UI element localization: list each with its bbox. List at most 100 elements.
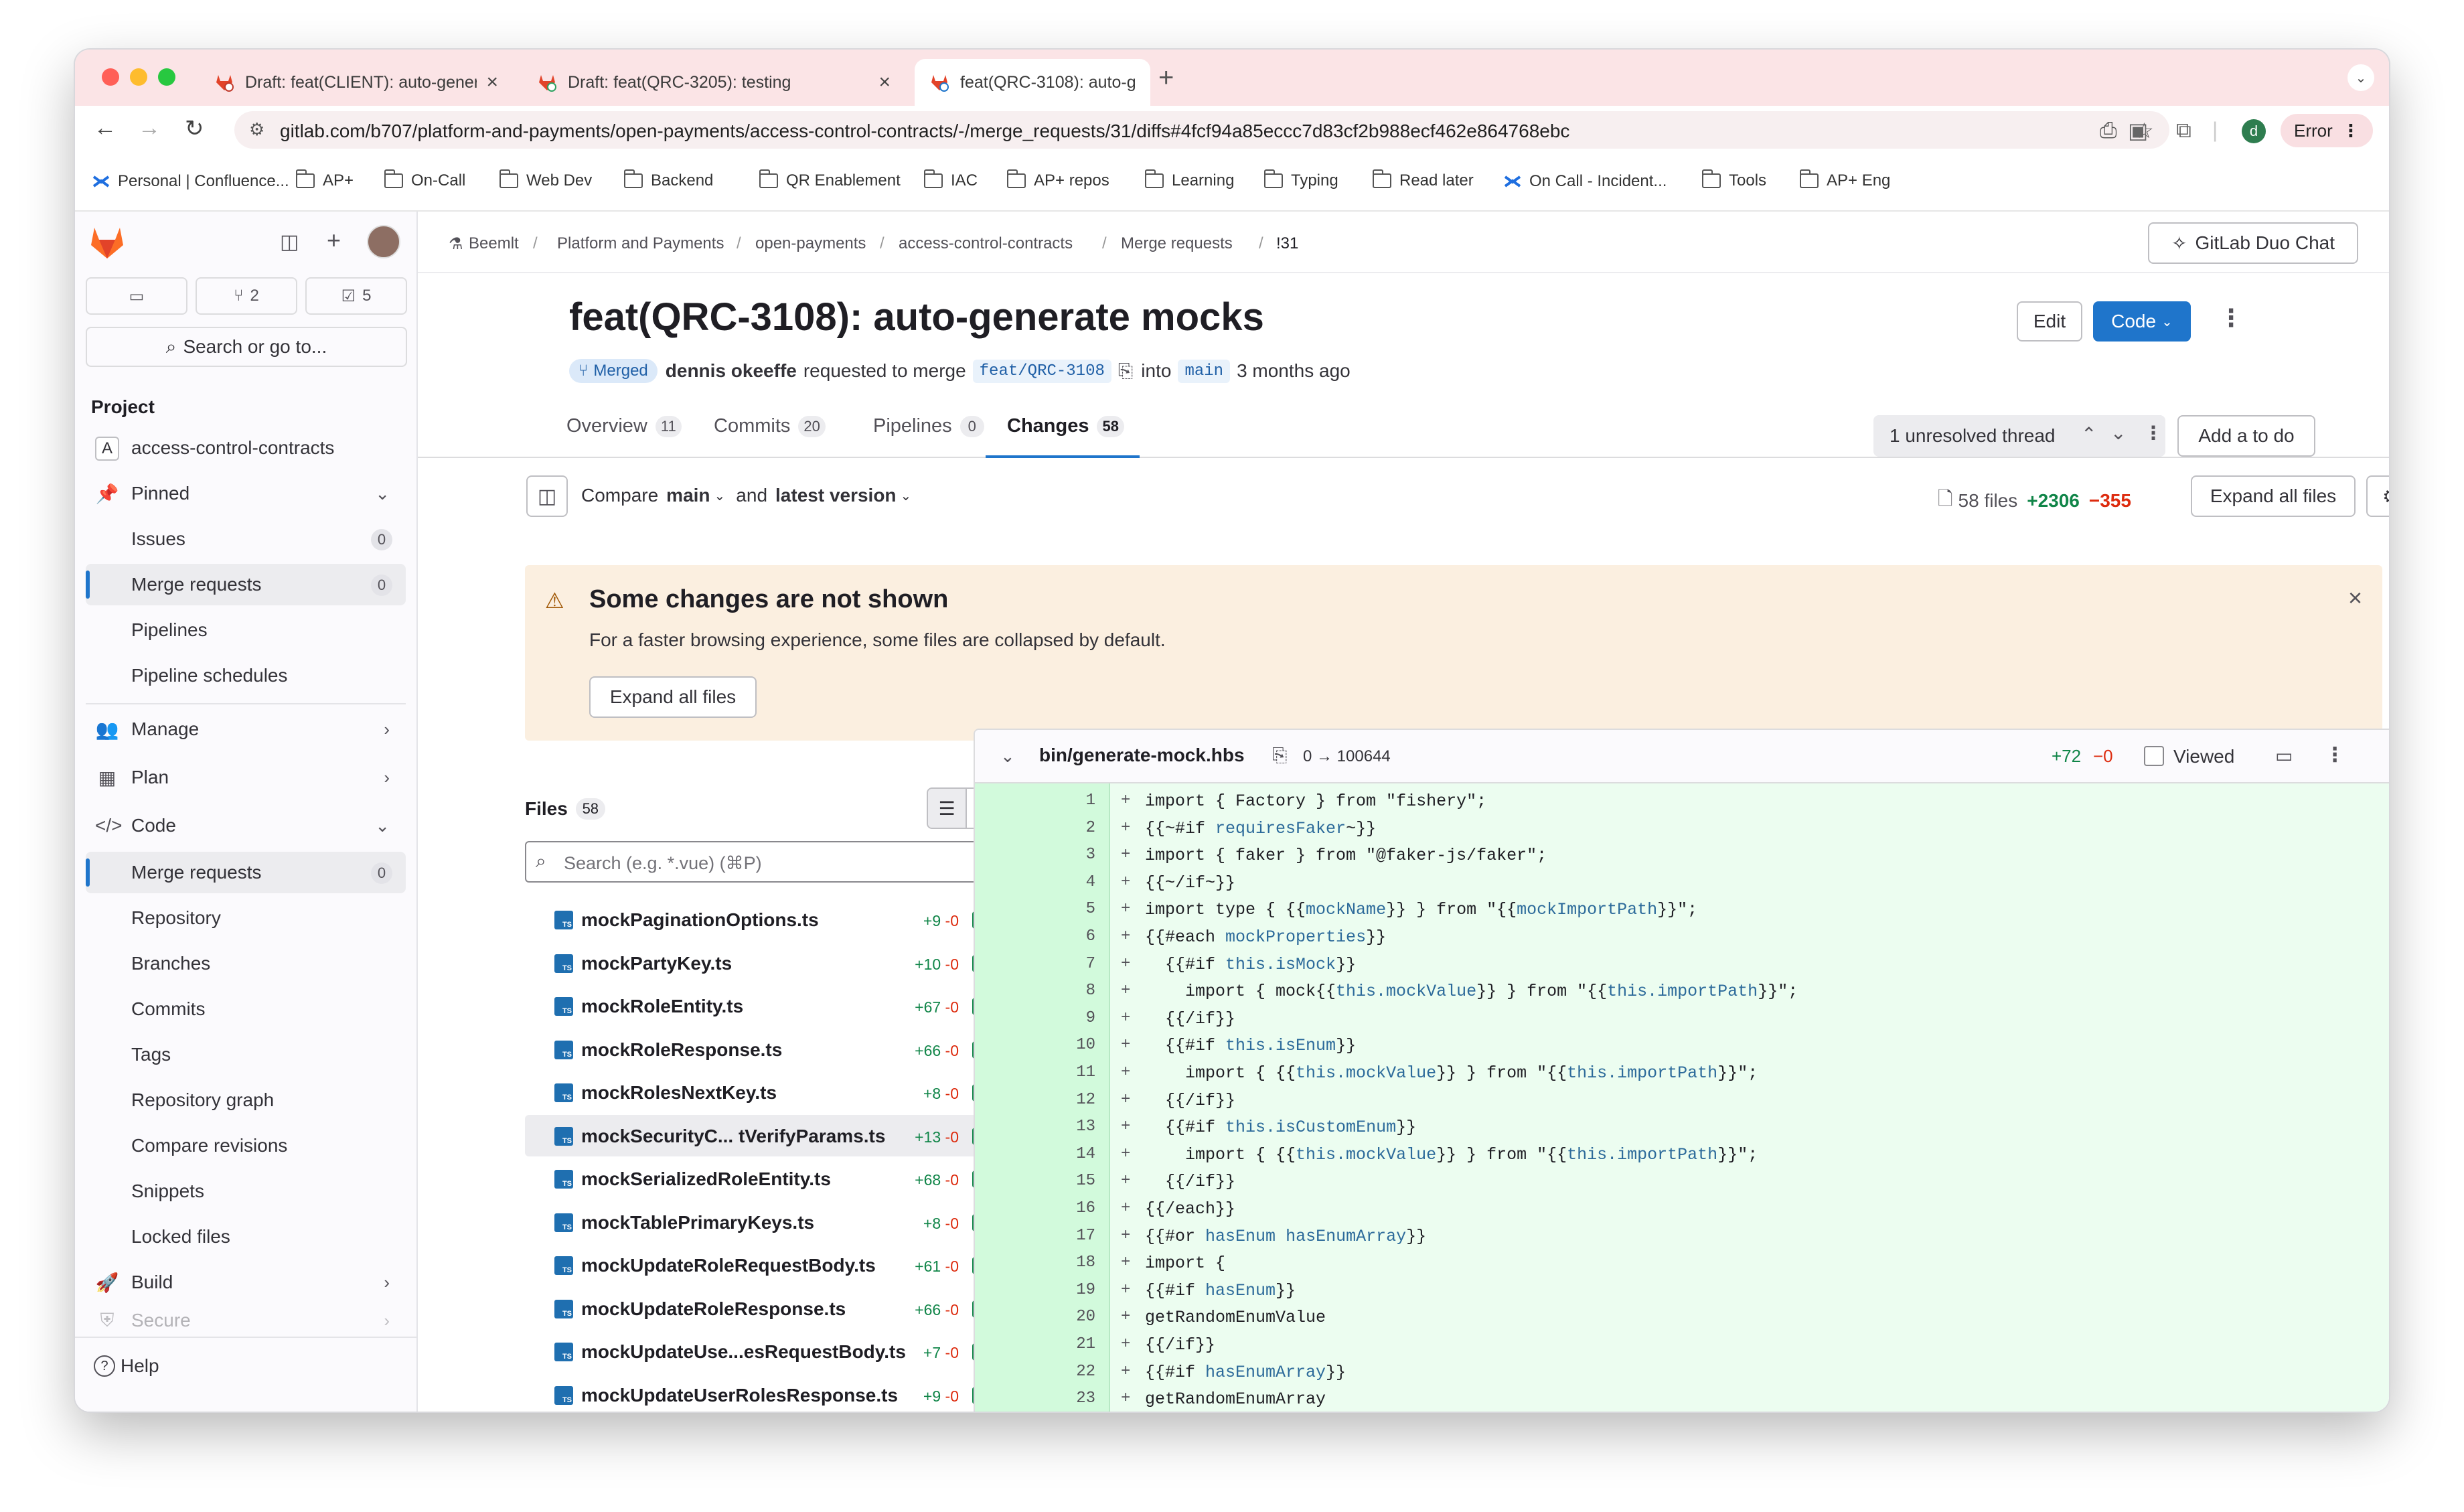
back-arrow-icon[interactable]: ← xyxy=(94,115,117,141)
line-number[interactable]: 17 xyxy=(975,1227,1095,1245)
tab-commits[interactable]: Commits 20 xyxy=(714,415,826,437)
sidebar-project-link[interactable]: A access-control-contracts xyxy=(86,427,406,469)
line-number[interactable]: 15 xyxy=(975,1172,1095,1190)
sidebar-group-build[interactable]: 🚀 Build › xyxy=(86,1262,406,1303)
chevron-up-icon[interactable]: ⌃ xyxy=(2081,423,2096,445)
breadcrumb-item[interactable]: access-control-contracts xyxy=(899,234,1073,253)
close-tab-icon[interactable]: × xyxy=(878,71,891,94)
sidebar-item-merge-requests-pinned[interactable]: Merge requests 0 xyxy=(86,564,406,605)
list-view-icon[interactable]: ☰ xyxy=(928,789,967,828)
line-number[interactable]: 2 xyxy=(975,819,1095,837)
line-number[interactable]: 3 xyxy=(975,846,1095,864)
bookmark-item[interactable]: On Call - Incident... xyxy=(1503,171,1667,192)
line-number[interactable]: 23 xyxy=(975,1389,1095,1408)
toggle-file-browser-icon[interactable]: ◫ xyxy=(526,475,568,517)
bookmark-folder[interactable]: Learning xyxy=(1144,169,1234,190)
close-window-icon[interactable] xyxy=(102,68,119,86)
base-version-dropdown[interactable]: main xyxy=(666,485,710,506)
sidebar-group-manage[interactable]: 👥 Manage › xyxy=(86,708,406,750)
file-tree-item[interactable]: TSmockTablePrimaryKeys.ts+8 -0+ xyxy=(525,1201,1007,1243)
install-app-icon[interactable]: ⎙ xyxy=(2100,118,2117,143)
code-dropdown-button[interactable]: Code ⌄ xyxy=(2093,301,2191,342)
edit-button[interactable]: Edit xyxy=(2017,301,2082,342)
viewed-checkbox[interactable] xyxy=(2144,746,2164,766)
line-number[interactable]: 1 xyxy=(975,791,1095,810)
sidebar-group-plan[interactable]: ▦ Plan › xyxy=(86,757,406,798)
sidebar-item-locked-files[interactable]: Locked files xyxy=(86,1216,406,1258)
sidebar-group-secure[interactable]: ⛨ Secure › xyxy=(86,1307,406,1334)
line-number[interactable]: 14 xyxy=(975,1145,1095,1163)
bookmark-folder[interactable]: Web Dev xyxy=(499,169,592,190)
bookmark-item[interactable]: Personal | Confluence... xyxy=(91,171,289,192)
line-number[interactable]: 7 xyxy=(975,955,1095,973)
file-tree-item[interactable]: TSmockUpdateRoleResponse.ts+66 -0+ xyxy=(525,1288,1007,1329)
gitlab-logo-icon[interactable] xyxy=(88,225,126,260)
file-tree-item[interactable]: TSmockRolesNextKey.ts+8 -0+ xyxy=(525,1071,1007,1113)
copy-icon[interactable]: ⎘ xyxy=(1118,360,1133,382)
sidebar-item-merge-requests[interactable]: Merge requests 0 xyxy=(86,852,406,893)
reload-icon[interactable]: ↻ xyxy=(185,115,204,142)
file-tree-item[interactable]: TSmockRoleResponse.ts+66 -0+ xyxy=(525,1029,1007,1070)
author-name[interactable]: dennis okeeffe xyxy=(666,360,797,382)
sidebar-item-repository-graph[interactable]: Repository graph xyxy=(86,1079,406,1121)
line-number[interactable]: 22 xyxy=(975,1363,1095,1381)
sidebar-item-pipelines[interactable]: Pipelines xyxy=(86,609,406,651)
tab-search-chevron-icon[interactable]: ⌄ xyxy=(2347,64,2374,91)
file-tree-item[interactable]: TSmockRoleEntity.ts+67 -0+ xyxy=(525,985,1007,1027)
sidebar-item-snippets[interactable]: Snippets xyxy=(86,1170,406,1212)
file-tree-item[interactable]: TSmockPaginationOptions.ts+9 -0+ xyxy=(525,899,1007,940)
tab-pipelines[interactable]: Pipelines 0 xyxy=(873,415,984,437)
more-actions-icon[interactable]: ⋮ xyxy=(2219,304,2243,332)
line-number[interactable]: 16 xyxy=(975,1199,1095,1217)
line-number[interactable]: 11 xyxy=(975,1063,1095,1081)
breadcrumb-item[interactable]: Platform and Payments xyxy=(557,234,724,253)
sidebar-item-compare-revisions[interactable]: Compare revisions xyxy=(86,1125,406,1166)
diff-settings-button[interactable]: ⚙⌄ xyxy=(2366,475,2389,517)
bookmark-folder[interactable]: Backend xyxy=(623,169,713,190)
copy-icon[interactable]: ⎘ xyxy=(1272,745,1287,767)
bookmark-folder[interactable]: QR Enablement xyxy=(759,169,901,190)
file-tree-item[interactable]: TSmockUpdateUserRolesResponse.ts+9 -0+ xyxy=(525,1374,1007,1412)
gitlab-duo-chat-button[interactable]: ✧ GitLab Duo Chat xyxy=(2148,222,2358,264)
file-tree-item[interactable]: TS mockSecurityC... tVerifyParams.ts +13 -… xyxy=(525,1114,1007,1156)
diff-file-path[interactable]: bin/generate-mock.hbs xyxy=(1039,745,1245,766)
line-number[interactable]: 10 xyxy=(975,1036,1095,1054)
line-number[interactable]: 5 xyxy=(975,900,1095,918)
expand-all-files-button[interactable]: Expand all files xyxy=(2191,475,2356,517)
sidebar-item-branches[interactable]: Branches xyxy=(86,943,406,984)
sidebar-pinned-toggle[interactable]: 📌 Pinned ⌄ xyxy=(86,473,406,514)
tab-changes[interactable]: Changes 58 xyxy=(1007,415,1124,437)
site-settings-icon[interactable]: ⚙ xyxy=(249,119,264,140)
bookmark-folder[interactable]: AP+ Eng xyxy=(1799,169,1890,190)
more-vertical-icon[interactable]: ⋮ xyxy=(2325,743,2345,767)
file-search-input[interactable]: ⌕ Search (e.g. *.vue) (⌘P) xyxy=(525,841,1007,883)
extension-icon[interactable]: ▣ xyxy=(2128,118,2148,143)
minimize-window-icon[interactable] xyxy=(130,68,147,86)
browser-tab-2[interactable]: Draft: feat(QRC-3205): testing × xyxy=(522,59,905,106)
comment-icon[interactable]: ▭ xyxy=(2275,745,2293,767)
address-bar[interactable]: ⚙ gitlab.com/b707/platform-and-payments/… xyxy=(234,111,2169,149)
create-new-icon[interactable]: + xyxy=(327,226,341,254)
chevron-down-icon[interactable]: ⌄ xyxy=(2110,422,2126,444)
bookmark-folder[interactable]: Typing xyxy=(1263,169,1338,190)
breadcrumb-item[interactable]: Merge requests xyxy=(1121,234,1233,253)
bookmark-folder[interactable]: IAC xyxy=(923,169,978,190)
sidebar-group-code[interactable]: </> Code ⌄ xyxy=(86,805,406,846)
error-button[interactable]: Error ⋮ xyxy=(2281,114,2373,147)
close-tab-icon[interactable]: × xyxy=(486,71,498,94)
more-vertical-icon[interactable]: ⋮ xyxy=(2144,422,2163,444)
bookmark-folder[interactable]: Tools xyxy=(1701,169,1766,190)
breadcrumb-item[interactable]: Beemlt xyxy=(469,234,519,253)
line-number[interactable]: 18 xyxy=(975,1254,1095,1272)
forward-arrow-icon[interactable]: → xyxy=(138,115,161,141)
file-tree-item[interactable]: TSmockUpdateUse...esRequestBody.ts+7 -0+ xyxy=(525,1331,1007,1372)
todo-counter-button[interactable]: ☑ 5 xyxy=(305,277,407,315)
unresolved-threads-control[interactable]: 1 unresolved thread ⌃ ⌄ ⋮ xyxy=(1873,415,2165,457)
maximize-window-icon[interactable] xyxy=(158,68,175,86)
help-button[interactable]: ? Help xyxy=(94,1355,159,1377)
line-number[interactable]: 9 xyxy=(975,1009,1095,1027)
chevron-down-icon[interactable]: ⌄ xyxy=(1000,746,1015,767)
browser-tab-3-active[interactable]: feat(QRC-3108): auto-generate xyxy=(915,59,1150,106)
bookmark-folder[interactable]: Read later xyxy=(1372,169,1474,190)
bookmark-folder[interactable]: AP+ xyxy=(295,169,354,190)
